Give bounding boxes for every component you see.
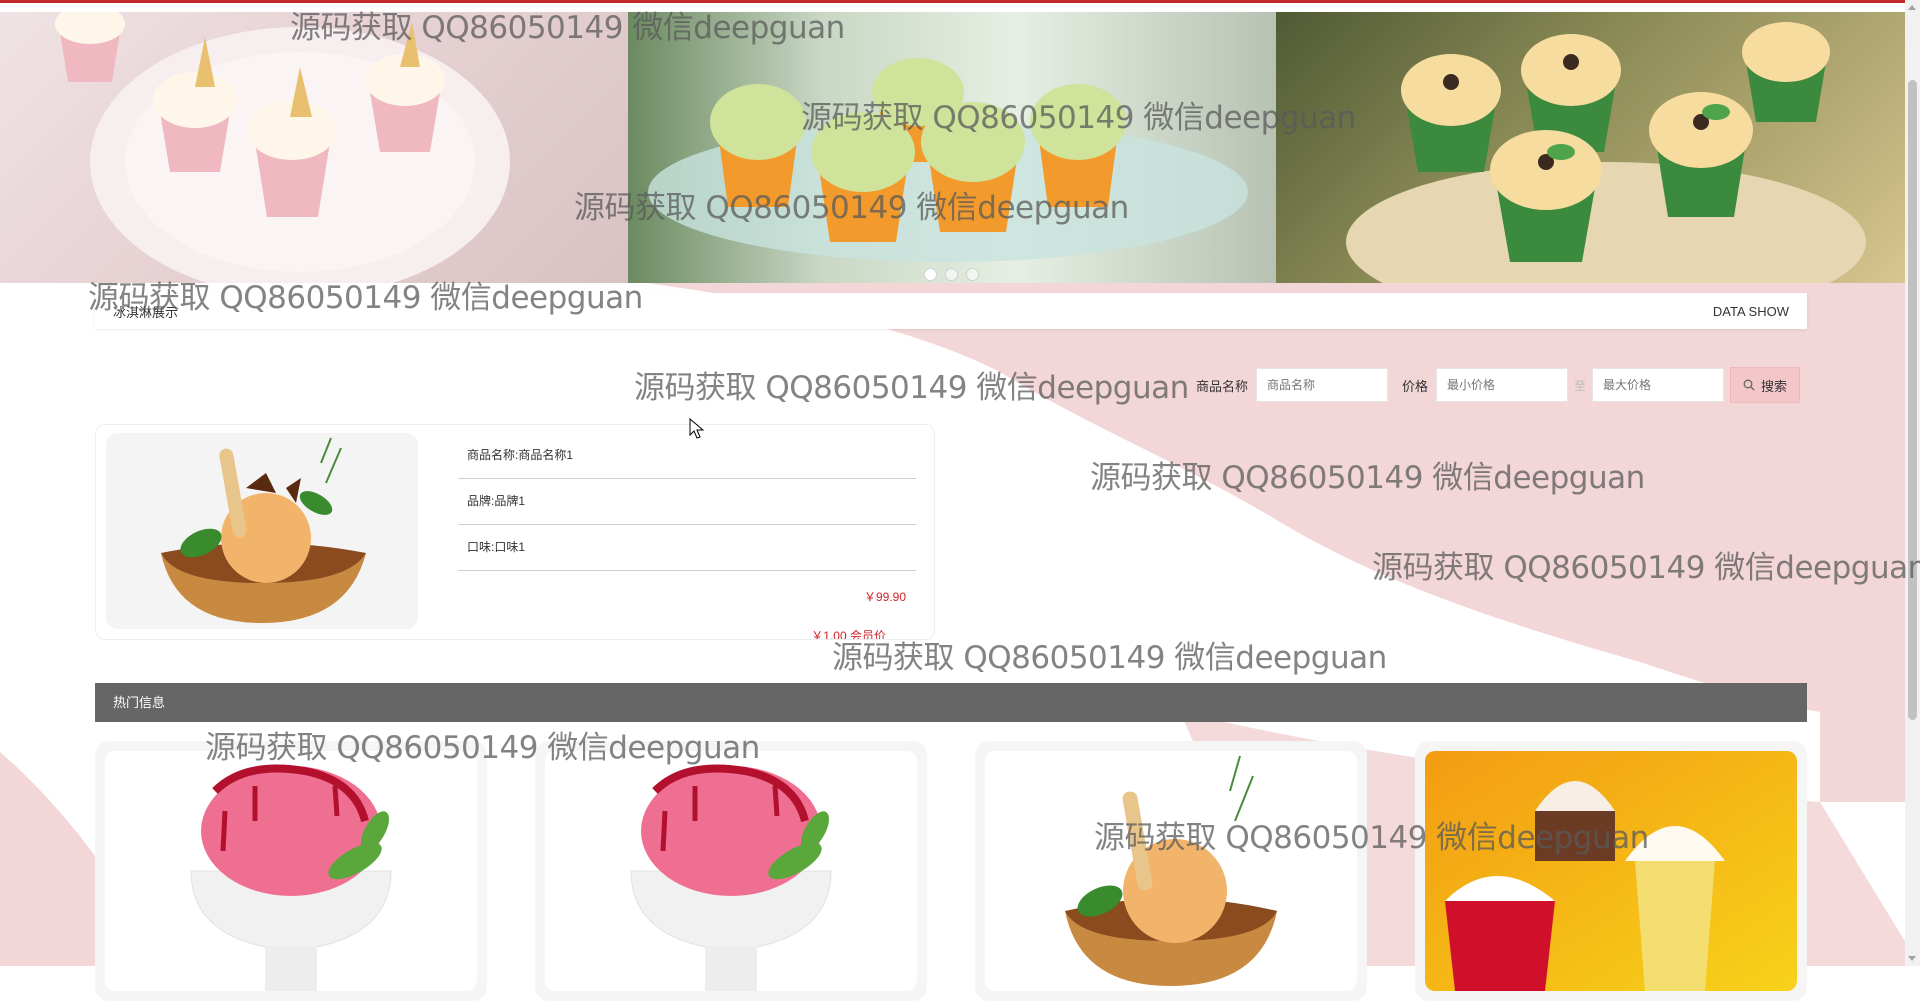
- mouse-cursor-icon: [689, 418, 705, 439]
- search-button-label: 搜索: [1761, 378, 1788, 394]
- banner-slide-cupcakes-green: [628, 12, 1276, 283]
- hot-item-image[interactable]: [105, 751, 477, 991]
- banner-pagination: [924, 268, 979, 281]
- section-title: 冰淇淋展示: [113, 304, 179, 320]
- hot-info-bar: 热门信息: [95, 683, 1807, 722]
- banner-slide-cupcakes-pink: [0, 12, 628, 283]
- to-label: 至: [1574, 378, 1587, 393]
- banner-dot-2[interactable]: [945, 268, 958, 281]
- hot-item-card[interactable]: [1415, 741, 1807, 1001]
- product-card[interactable]: 商品名称:商品名称1 品牌:品牌1 口味:口味1 ￥99.90 ￥1.00 会员…: [95, 424, 935, 640]
- search-button[interactable]: 搜索: [1730, 367, 1801, 403]
- top-accent-bar: [0, 0, 1920, 3]
- hot-item-card[interactable]: [975, 741, 1367, 1001]
- banner-dot-1[interactable]: [924, 268, 937, 281]
- scroll-up-arrow[interactable]: [1908, 5, 1916, 10]
- max-price-input[interactable]: [1592, 368, 1725, 402]
- product-price: ￥99.90: [863, 590, 906, 604]
- hot-item-card[interactable]: [535, 741, 927, 1001]
- search-icon: [1743, 379, 1755, 391]
- scroll-down-arrow[interactable]: [1908, 956, 1916, 961]
- vertical-scrollbar[interactable]: [1905, 0, 1920, 966]
- name-search-input[interactable]: [1256, 368, 1389, 402]
- search-bar: 商品名称 价格 至 搜索: [1196, 367, 1801, 403]
- data-show-label: DATA SHOW: [1712, 303, 1789, 319]
- data-show-bar: 冰淇淋展示 DATA SHOW: [95, 293, 1807, 329]
- product-taste-row: 口味:口味1: [458, 525, 916, 571]
- product-image[interactable]: [106, 433, 418, 629]
- hot-item-image[interactable]: [985, 751, 1357, 991]
- hot-item-card[interactable]: [95, 741, 487, 1001]
- product-brand-row: 品牌:品牌1: [458, 479, 916, 525]
- hot-item-image[interactable]: [1425, 751, 1797, 991]
- min-price-input[interactable]: [1436, 368, 1569, 402]
- product-info: 商品名称:商品名称1 品牌:品牌1 口味:口味1 ￥99.90 ￥1.00 会员…: [458, 433, 916, 640]
- product-name-row: 商品名称:商品名称1: [458, 433, 916, 479]
- name-label: 商品名称: [1196, 378, 1249, 394]
- banner-dot-3[interactable]: [966, 268, 979, 281]
- price-label: 价格: [1402, 378, 1429, 394]
- hot-item-image[interactable]: [545, 751, 917, 991]
- scroll-thumb[interactable]: [1908, 80, 1917, 720]
- product-vip-price: ￥1.00 会员价: [811, 629, 886, 640]
- banner-carousel[interactable]: [0, 12, 1905, 283]
- banner-slide-cupcakes-gold: [1276, 12, 1905, 283]
